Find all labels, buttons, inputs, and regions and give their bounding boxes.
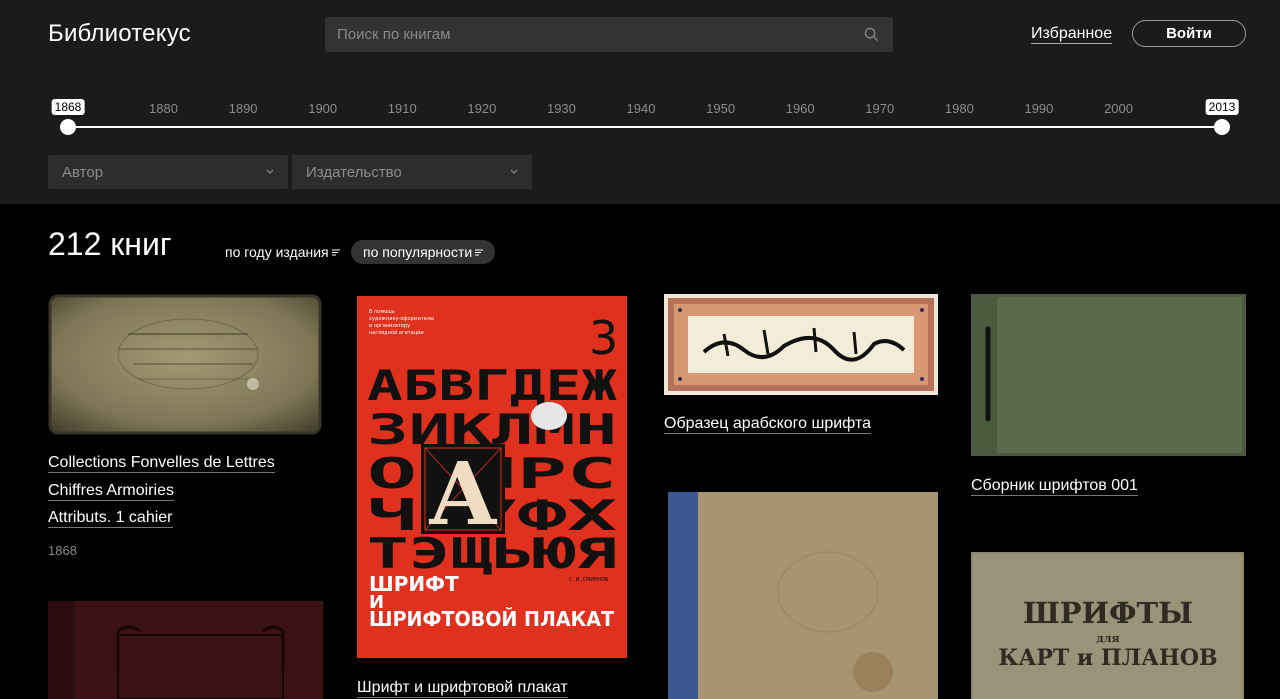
author-dropdown[interactable]: Автор	[48, 155, 288, 189]
year-tick: 1920	[467, 101, 497, 116]
vintage-cover-image	[48, 294, 322, 435]
year-tick: 1980	[944, 101, 974, 116]
green-cover-image	[971, 294, 1246, 456]
book-title[interactable]: Collections Fonvelles de Lettres Chiffre…	[48, 449, 275, 532]
sort-icon	[331, 249, 340, 255]
year-tick: 1960	[785, 101, 815, 116]
svg-text:наглядной агитации: наглядной агитации	[369, 329, 424, 336]
svg-text:В помощь: В помощь	[369, 309, 395, 315]
sort-by-year-label: по году издания	[225, 244, 329, 260]
chevron-down-icon	[510, 169, 518, 174]
cover-big-letter: А	[428, 444, 498, 545]
sort-icon	[475, 249, 484, 255]
chevron-down-icon	[266, 169, 274, 174]
book-title-line: Chiffres Armoiries	[48, 481, 174, 501]
login-button[interactable]: Войти	[1132, 20, 1246, 47]
max-year-handle[interactable]	[1214, 119, 1230, 135]
sort-by-year[interactable]: по году издания	[225, 240, 340, 264]
cover-number: 3	[589, 311, 618, 365]
book-cover[interactable]: В помощь художнику-оформителю и организа…	[357, 296, 627, 658]
cover-title-line: ШРИФТОВОЙ ПЛАКАТ	[369, 607, 614, 631]
publisher-dropdown[interactable]: Издательство	[292, 155, 532, 189]
search-box[interactable]	[325, 17, 893, 52]
favorites-link[interactable]: Избранное	[1031, 24, 1113, 44]
year-tick: 1950	[706, 101, 736, 116]
max-year-label: 2013	[1205, 99, 1239, 115]
slider-track[interactable]	[68, 126, 1222, 128]
maps-fonts-cover: ШРИФТЫ для КАРТ и ПЛАНОВ	[971, 552, 1244, 699]
book-title-line: Шрифт и шрифтовой плакат	[357, 679, 568, 698]
year-tick: 2000	[1104, 101, 1133, 116]
dark-red-cover-image	[48, 601, 323, 699]
cover-author: С. И. СМИРНОВ	[569, 577, 609, 583]
min-year-label: 1868	[51, 99, 85, 115]
worn-cover-image	[668, 492, 938, 699]
cover-letters-line: АБВГДЕЖ	[367, 361, 618, 410]
svg-text:художнику-оформителю: художнику-оформителю	[369, 316, 434, 322]
cover-title-line: для	[1096, 632, 1119, 645]
sort-by-popularity[interactable]: по популярности	[351, 240, 496, 264]
book-cover[interactable]: ШРИФТЫ для КАРТ и ПЛАНОВ	[971, 552, 1244, 699]
year-tick: 1880	[149, 101, 178, 116]
book-title-line: Attributs. 1 cahier	[48, 509, 173, 528]
calligraphy-cover-image	[664, 294, 938, 395]
book-cover[interactable]	[48, 294, 322, 435]
cover-title-line: ШРИФТЫ	[1023, 596, 1193, 630]
book-title[interactable]: Образец арабского шрифта	[664, 410, 872, 438]
book-title-line: Сборник шрифтов 001	[971, 477, 1138, 496]
book-cover[interactable]	[668, 492, 938, 699]
search-input[interactable]	[325, 17, 893, 52]
year-tick: 1940	[626, 101, 656, 116]
book-title-line: Collections Fonvelles de Lettres	[48, 454, 275, 473]
search-icon[interactable]	[864, 27, 879, 42]
results-count: 212 книг	[48, 226, 172, 262]
filter-panel: Библиотекус Избранное Войти 1880 1890 1900…	[0, 0, 1280, 204]
author-dropdown-label: Автор	[62, 163, 104, 181]
book-title[interactable]: Шрифт и шрифтовой плакат	[357, 674, 568, 699]
book-cover[interactable]	[664, 294, 938, 395]
cover-title-line: КАРТ и ПЛАНОВ	[998, 645, 1217, 671]
year-tick: 1900	[308, 101, 338, 116]
book-cover[interactable]	[971, 294, 1246, 456]
alphabet-poster-cover: В помощь художнику-оформителю и организа…	[357, 296, 627, 658]
year-tick: 1990	[1024, 101, 1054, 116]
book-title[interactable]: Сборник шрифтов 001	[971, 472, 1138, 500]
year-tick: 1890	[228, 101, 258, 116]
svg-text:и организатору: и организатору	[369, 323, 410, 329]
sort-by-popularity-label: по популярности	[363, 244, 473, 260]
year-tick: 1970	[865, 101, 895, 116]
year-tick: 1910	[387, 101, 417, 116]
site-logo[interactable]: Библиотекус	[48, 20, 191, 48]
book-title-line: Образец арабского шрифта	[664, 415, 872, 434]
book-cover[interactable]	[48, 601, 323, 699]
publisher-dropdown-label: Издательство	[306, 163, 402, 181]
min-year-handle[interactable]	[60, 119, 76, 135]
year-range-slider[interactable]: 1880 1890 1900 1910 1920 1930 1940 1950 1960 1970…	[51, 96, 1239, 136]
year-tick: 1930	[546, 101, 576, 116]
book-year: 1868	[48, 543, 77, 558]
